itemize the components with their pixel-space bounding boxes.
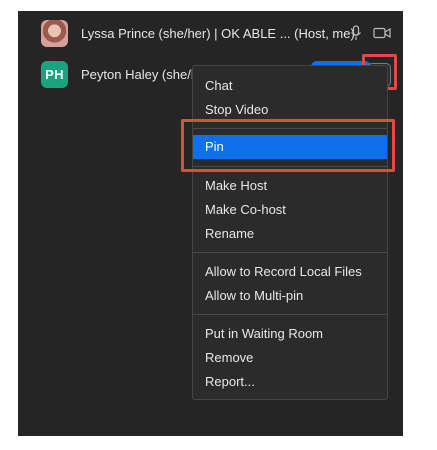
microphone-icon[interactable] (350, 25, 362, 41)
participant-name: Peyton Haley (she/her) (81, 66, 201, 82)
participant-context-menu: Chat Stop Video Pin Make Host Make Co-ho… (192, 65, 388, 400)
menu-item-make-co-host[interactable]: Make Co-host (193, 198, 387, 222)
menu-item-report[interactable]: Report... (193, 370, 387, 394)
participant-avatar (41, 19, 68, 47)
video-camera-icon[interactable] (373, 27, 391, 39)
participant-avatar: PH (41, 60, 68, 88)
menu-item-chat[interactable]: Chat (193, 74, 387, 98)
menu-divider (193, 314, 387, 315)
annotation-highlight-pin (181, 119, 395, 172)
participant-row[interactable]: Lyssa Prince (she/her) | OK ABLE ... (Ho… (18, 14, 403, 52)
menu-item-remove[interactable]: Remove (193, 346, 387, 370)
menu-item-waiting-room[interactable]: Put in Waiting Room (193, 322, 387, 346)
menu-item-rename[interactable]: Rename (193, 222, 387, 246)
menu-item-make-host[interactable]: Make Host (193, 174, 387, 198)
participant-name: Lyssa Prince (she/her) | OK ABLE ... (Ho… (81, 25, 355, 41)
menu-item-allow-record-local[interactable]: Allow to Record Local Files (193, 260, 387, 284)
menu-item-allow-multi-pin[interactable]: Allow to Multi-pin (193, 284, 387, 308)
menu-divider (193, 252, 387, 253)
